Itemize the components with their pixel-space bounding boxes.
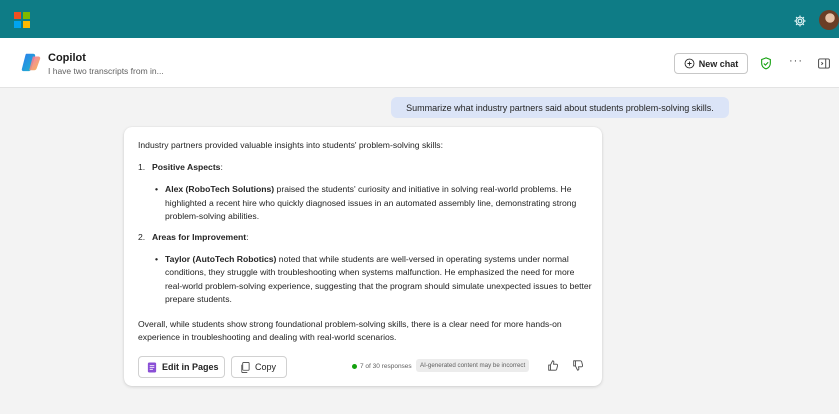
list-number: 2. <box>138 232 146 243</box>
copy-button[interactable]: Copy <box>231 356 287 378</box>
list-item: 1. Positive Aspects: <box>138 161 593 174</box>
response-conclusion: Overall, while students show strong foun… <box>138 319 562 343</box>
top-bar <box>0 0 839 38</box>
new-chat-button[interactable]: New chat <box>674 53 748 74</box>
thumbs-down-icon[interactable] <box>572 359 584 372</box>
status-dot-icon <box>352 364 357 369</box>
more-options-icon[interactable]: ··· <box>789 56 803 67</box>
partner-name: Taylor (AutoTech Robotics) <box>165 254 277 265</box>
copy-label: Copy <box>255 362 277 372</box>
bullet-item: • Taylor (AutoTech Robotics) noted that … <box>155 253 593 306</box>
list-number: 1. <box>138 162 146 173</box>
pages-icon <box>147 361 157 373</box>
section-heading: Areas for Improvement <box>152 232 247 243</box>
user-message: Summarize what industry partners said ab… <box>391 97 729 118</box>
response-intro: Industry partners provided valuable insi… <box>138 140 443 150</box>
bullet-item: • Alex (RoboTech Solutions) praised the … <box>155 183 593 223</box>
edit-in-pages-label: Edit in Pages <box>162 362 219 372</box>
chat-header: Copilot I have two transcripts from in..… <box>0 38 839 88</box>
response-body: Industry partners provided valuable insi… <box>138 139 593 344</box>
side-panel-icon[interactable] <box>818 58 830 69</box>
responses-text: 7 of 30 responses <box>360 363 412 370</box>
copy-icon <box>241 361 250 373</box>
bullet-icon: • <box>155 184 159 195</box>
section-heading: Positive Aspects <box>152 162 221 173</box>
microsoft-logo-icon[interactable] <box>14 12 30 28</box>
shield-check-icon[interactable] <box>760 57 772 70</box>
response-actions: Edit in Pages Copy 7 of 30 responses AI-… <box>138 356 590 378</box>
list-item: 2. Areas for Improvement: <box>138 231 593 244</box>
app-title: Copilot <box>48 52 86 64</box>
avatar[interactable] <box>819 10 839 30</box>
bullet-icon: • <box>155 254 159 265</box>
chat-subtitle: I have two transcripts from in... <box>48 66 164 76</box>
add-circle-icon <box>684 58 695 69</box>
copilot-logo-icon <box>21 53 41 72</box>
ai-disclaimer-badge: AI-generated content may be incorrect <box>416 359 530 372</box>
gear-icon[interactable] <box>793 14 807 28</box>
copilot-response-card: Industry partners provided valuable insi… <box>124 127 602 386</box>
responses-counter: 7 of 30 responses <box>352 363 412 370</box>
partner-name: Alex (RoboTech Solutions) <box>165 184 275 195</box>
thumbs-up-icon[interactable] <box>547 359 559 372</box>
edit-in-pages-button[interactable]: Edit in Pages <box>138 356 225 378</box>
new-chat-label: New chat <box>698 58 739 69</box>
